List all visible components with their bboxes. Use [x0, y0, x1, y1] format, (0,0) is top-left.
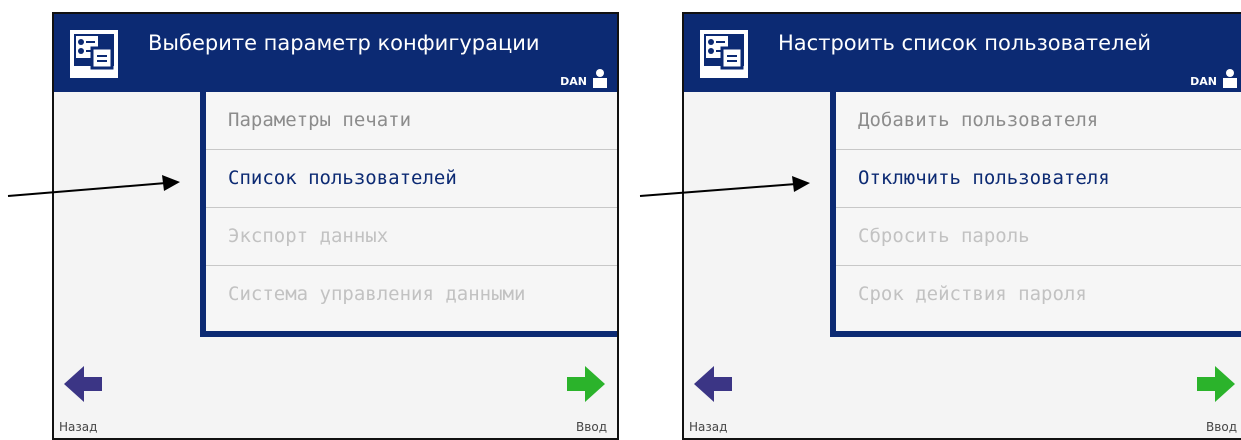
menu-item-export-data[interactable]: Экспорт данных — [206, 208, 617, 266]
back-label[interactable]: Назад — [59, 420, 97, 434]
enter-label[interactable]: Ввод — [576, 420, 607, 434]
page-title: Настроить список пользователей — [778, 31, 1152, 55]
user-name: DAN — [560, 75, 587, 88]
user-icon — [1223, 69, 1237, 88]
device-screen-config: Выберите параметр конфигурации DAN Парам… — [52, 12, 619, 440]
menu-item-add-user[interactable]: Добавить пользователя — [836, 92, 1241, 150]
device-screen-user-list: Настроить список пользователей DAN Добав… — [682, 12, 1241, 440]
current-user: DAN — [560, 68, 609, 88]
menu-item-data-management[interactable]: Система управления данными — [206, 266, 617, 323]
current-user: DAN — [1190, 68, 1239, 88]
user-name: DAN — [1190, 75, 1217, 88]
page-title: Выберите параметр конфигурации — [148, 31, 540, 55]
options-menu: Добавить пользователя Отключить пользова… — [830, 92, 1241, 337]
menu-item-password-expiry[interactable]: Срок действия пароля — [836, 266, 1241, 323]
user-icon — [593, 69, 607, 88]
config-icon — [70, 30, 118, 78]
menu-item-print-params[interactable]: Параметры печати — [206, 92, 617, 150]
menu-item-user-list[interactable]: Список пользователей — [206, 150, 617, 208]
enter-label[interactable]: Ввод — [1206, 420, 1237, 434]
enter-arrow-icon[interactable] — [1195, 364, 1237, 404]
back-label[interactable]: Назад — [689, 420, 727, 434]
menu-item-disable-user[interactable]: Отключить пользователя — [836, 150, 1241, 208]
menu-item-reset-password[interactable]: Сбросить пароль — [836, 208, 1241, 266]
options-menu: Параметры печати Список пользователей Эк… — [200, 92, 617, 337]
enter-arrow-icon[interactable] — [565, 364, 607, 404]
config-icon — [700, 30, 748, 78]
header-bar: Настроить список пользователей DAN — [684, 14, 1241, 92]
header-bar: Выберите параметр конфигурации DAN — [54, 14, 617, 92]
back-arrow-icon[interactable] — [692, 364, 734, 404]
back-arrow-icon[interactable] — [62, 364, 104, 404]
